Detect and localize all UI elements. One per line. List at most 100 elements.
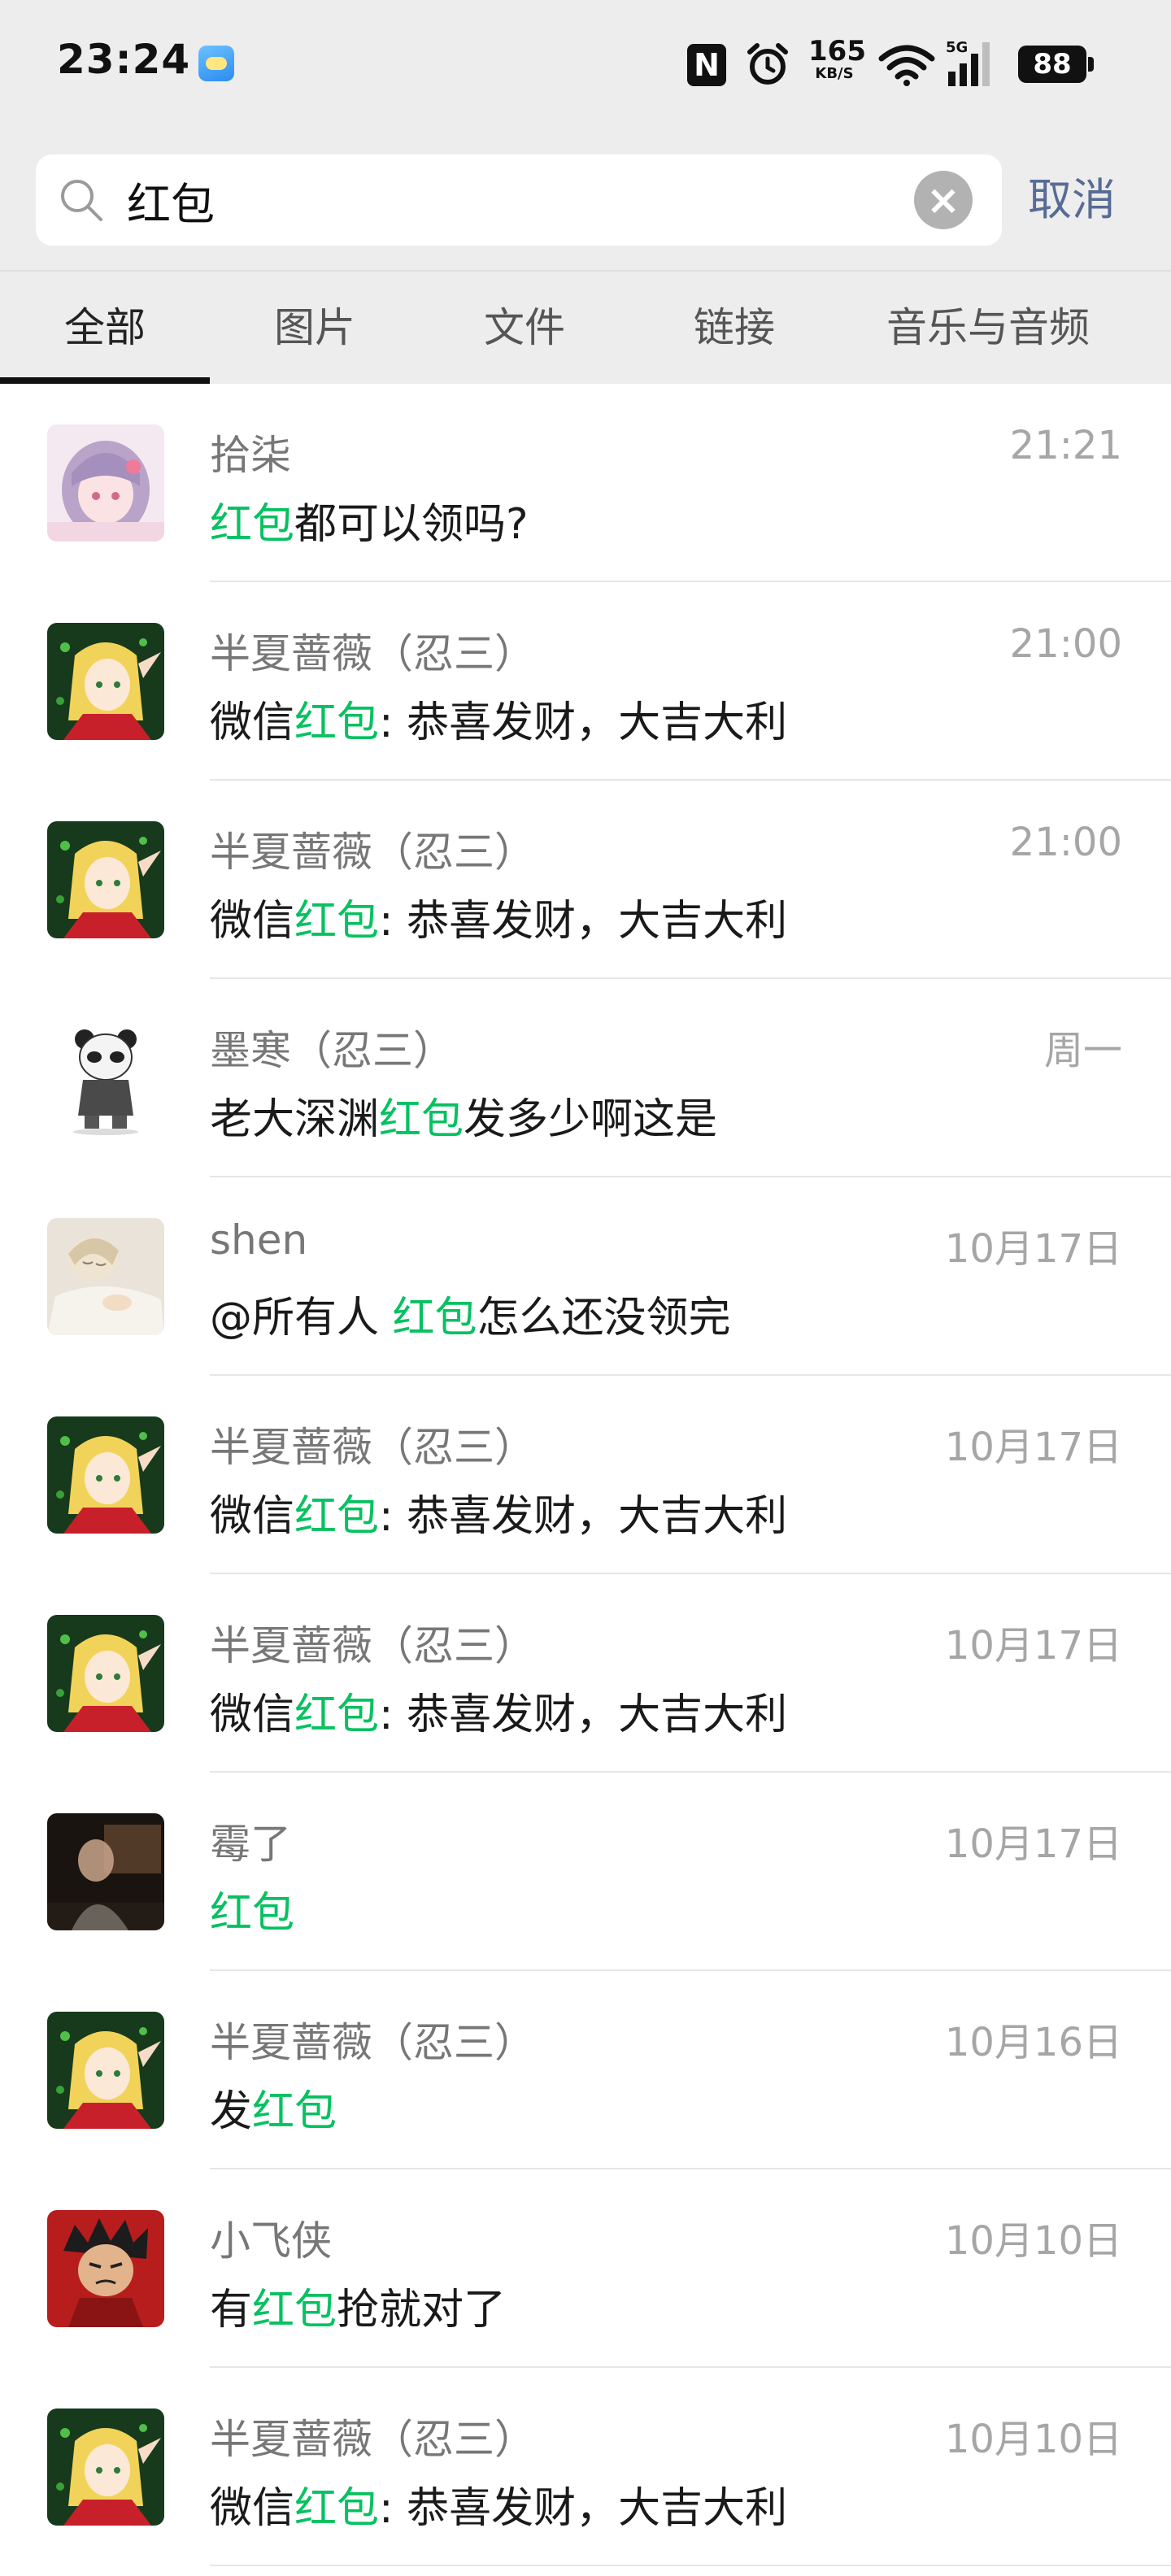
avatar: [47, 623, 164, 740]
blonde-elf-avatar-icon: [47, 2408, 164, 2526]
message-text: 发多少啊这是: [464, 1095, 718, 1144]
message-text: : 恭喜发财，大吉大利: [379, 1690, 788, 1739]
tab-files[interactable]: 文件: [420, 272, 629, 384]
network-speed-value: 165: [808, 35, 866, 67]
keyword-highlight: 红包: [294, 1492, 380, 1541]
blonde-elf-avatar-icon: [47, 1416, 164, 1534]
tab-music-audio[interactable]: 音乐与音频: [839, 272, 1137, 384]
list-item[interactable]: shen 10月17日 @所有人 红包怎么还没领完: [0, 1177, 1171, 1376]
list-item[interactable]: 半夏蔷薇（忍三） 10月10日 微信红包: 恭喜发财，大吉大利: [0, 2368, 1171, 2566]
message-text: : 恭喜发财，大吉大利: [379, 698, 788, 747]
sender-name: 半夏蔷薇（忍三）: [210, 829, 535, 876]
keyword-highlight: 红包: [294, 2484, 380, 2533]
message-time: 10月17日: [944, 1425, 1122, 1470]
search-box[interactable]: ×: [36, 154, 1002, 246]
message-snippet: @所有人 红包怎么还没领完: [210, 1283, 731, 1344]
anime-girl-avatar-icon: [47, 424, 164, 542]
keyword-highlight: 红包: [252, 2286, 337, 2334]
message-snippet: 红包都可以领吗?: [210, 490, 529, 550]
message-snippet: 老大深渊红包发多少啊这是: [210, 1085, 717, 1146]
status-time: 23:24: [57, 36, 191, 83]
signal-icon: [948, 42, 990, 86]
message-text: 微信: [210, 1492, 295, 1541]
message-snippet: 微信红包: 恭喜发财，大吉大利: [210, 688, 787, 749]
message-time: 21:00: [1009, 621, 1122, 667]
message-snippet: 微信红包: 恭喜发财，大吉大利: [210, 2474, 787, 2535]
list-item[interactable]: 小飞侠 10月10日 有红包抢就对了: [0, 2169, 1171, 2368]
message-text: 微信: [210, 897, 295, 946]
message-text: 都可以领吗?: [294, 500, 529, 549]
message-snippet: 红包: [210, 1878, 294, 1939]
list-item[interactable]: 墨寒（忍三） 周一 老大深渊红包发多少啊这是: [0, 979, 1171, 1177]
weather-icon: [198, 46, 234, 81]
avatar: [47, 2210, 164, 2327]
keyword-highlight: 红包: [252, 2087, 337, 2136]
sender-name: 霉了: [210, 1821, 291, 1868]
message-snippet: 发红包: [210, 2077, 337, 2138]
search-bar: × 取消: [0, 130, 1171, 270]
message-time: 周一: [1043, 1028, 1122, 1073]
sender-name: 半夏蔷薇（忍三）: [210, 2019, 535, 2066]
message-text: 微信: [210, 2484, 295, 2533]
search-results: 拾柒 21:21 红包都可以领吗? 半夏蔷薇（忍三） 21:00 微信红包: 恭…: [0, 384, 1171, 2566]
avatar: [47, 821, 164, 938]
avatar: [47, 2408, 164, 2526]
sender-name: 半夏蔷薇（忍三）: [210, 630, 535, 677]
avatar: [47, 1813, 164, 1930]
keyword-highlight: 红包: [392, 1294, 477, 1342]
sender-name: 半夏蔷薇（忍三）: [210, 1424, 535, 1471]
cancel-button[interactable]: 取消: [1028, 159, 1116, 241]
list-item[interactable]: 半夏蔷薇（忍三） 21:00 微信红包: 恭喜发财，大吉大利: [0, 781, 1171, 979]
search-input[interactable]: [127, 154, 924, 246]
battery-tip: [1088, 57, 1094, 72]
active-tab-indicator: [0, 377, 210, 384]
message-text: 微信: [210, 1690, 295, 1739]
message-snippet: 微信红包: 恭喜发财，大吉大利: [210, 886, 787, 947]
sender-name: 小飞侠: [210, 2217, 332, 2265]
nfc-icon: N: [687, 44, 726, 86]
status-bar: 23:24 N 165 KB/S 5G 88: [0, 0, 1171, 130]
message-text: : 恭喜发财，大吉大利: [379, 2484, 788, 2533]
sender-name: 拾柒: [210, 432, 291, 479]
keyword-highlight: 红包: [294, 1690, 380, 1739]
alarm-icon: [747, 43, 788, 85]
panda-avatar-icon: [47, 1020, 164, 1137]
message-time: 21:21: [1009, 423, 1122, 468]
message-time: 10月17日: [944, 1821, 1122, 1867]
list-item[interactable]: 拾柒 21:21 红包都可以领吗?: [0, 384, 1171, 582]
message-text: 有: [210, 2286, 253, 2334]
keyword-highlight: 红包: [210, 500, 295, 549]
list-item[interactable]: 半夏蔷薇（忍三） 10月17日 微信红包: 恭喜发财，大吉大利: [0, 1376, 1171, 1574]
message-text: @所有人: [210, 1294, 393, 1342]
list-item[interactable]: 霉了 10月17日 红包: [0, 1773, 1171, 1971]
sender-name: 半夏蔷薇（忍三）: [210, 1622, 535, 1669]
avatar: [47, 1615, 164, 1732]
message-snippet: 微信红包: 恭喜发财，大吉大利: [210, 1482, 787, 1543]
list-item[interactable]: 半夏蔷薇（忍三） 21:00 微信红包: 恭喜发财，大吉大利: [0, 582, 1171, 781]
network-speed-unit: KB/S: [815, 65, 854, 82]
wifi-icon: [878, 45, 935, 86]
message-time: 21:00: [1009, 820, 1122, 865]
message-text: 老大深渊: [210, 1095, 380, 1144]
list-item[interactable]: 半夏蔷薇（忍三） 10月17日 微信红包: 恭喜发财，大吉大利: [0, 1574, 1171, 1773]
message-time: 10月17日: [944, 1623, 1122, 1669]
message-time: 10月10日: [944, 2218, 1122, 2264]
avatar: [47, 1416, 164, 1534]
avatar: [47, 1020, 164, 1137]
close-icon[interactable]: ×: [914, 171, 973, 229]
network-speed: 165 KB/S: [808, 35, 866, 82]
message-time: 10月16日: [944, 2020, 1122, 2065]
list-item[interactable]: 半夏蔷薇（忍三） 10月16日 发红包: [0, 1971, 1171, 2169]
dark-photo-avatar-icon: [47, 1813, 164, 1930]
sender-name: 半夏蔷薇（忍三）: [210, 2416, 535, 2463]
keyword-highlight: 红包: [210, 1889, 295, 1938]
battery-icon: 88: [1018, 46, 1086, 83]
search-icon: [61, 180, 102, 221]
filter-tabs: 全部 图片 文件 链接 音乐与音频: [0, 270, 1171, 384]
message-text: 微信: [210, 698, 295, 747]
tab-links[interactable]: 链接: [629, 272, 839, 384]
tab-all[interactable]: 全部: [0, 272, 210, 384]
avatar: [47, 424, 164, 542]
sender-name: shen: [210, 1216, 308, 1264]
tab-images[interactable]: 图片: [210, 272, 420, 384]
